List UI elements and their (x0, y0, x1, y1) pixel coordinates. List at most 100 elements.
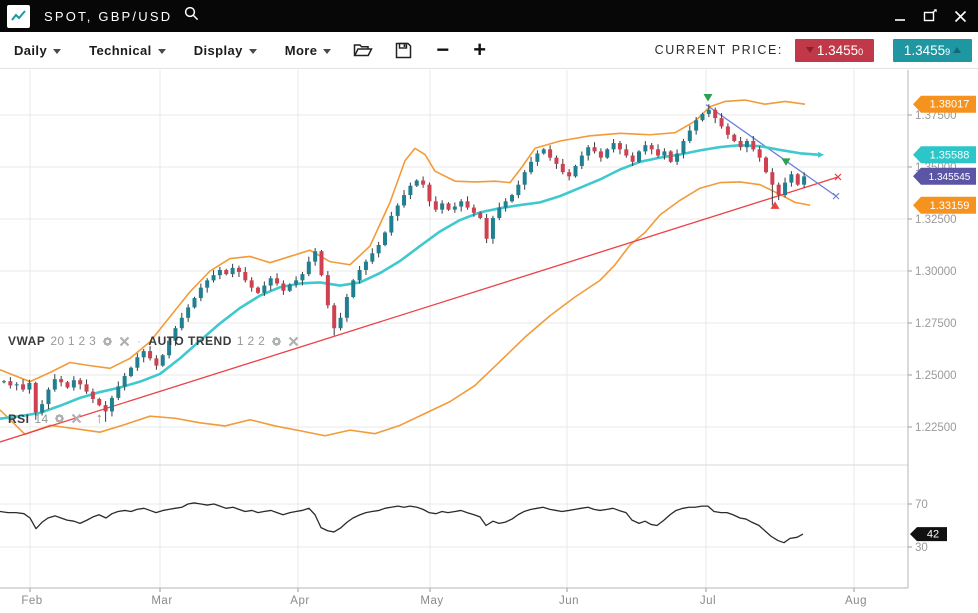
minimize-button[interactable] (892, 8, 908, 24)
menu-display-label: Display (194, 43, 243, 58)
candle-body (770, 172, 774, 184)
candle-body (186, 307, 190, 317)
menu-technical[interactable]: Technical (89, 43, 166, 58)
candle-body (72, 380, 76, 387)
menu-display[interactable]: Display (194, 43, 257, 58)
chart-line-glyph (10, 9, 27, 24)
candle-body (681, 141, 685, 153)
candle-body (85, 384, 89, 391)
candle-body (535, 153, 539, 161)
candle-body (593, 147, 597, 151)
vwap-settings-gear-icon[interactable] (101, 335, 114, 348)
zoom-in-button[interactable]: + (473, 40, 486, 60)
ask-price-badge[interactable]: 1.34559 (893, 39, 972, 62)
open-folder-icon[interactable] (353, 42, 373, 58)
candle-body (789, 174, 793, 182)
candle-body (377, 245, 381, 253)
candle-body (599, 151, 603, 157)
candle-body (193, 298, 197, 307)
candle-body (523, 172, 527, 184)
rsi-line (0, 503, 803, 543)
app-logo-icon (7, 5, 30, 28)
candle-body (694, 120, 698, 130)
candle-body (434, 201, 438, 209)
candle-body (421, 181, 425, 185)
bid-price-pip: 0 (858, 47, 863, 57)
candle-body (59, 379, 63, 382)
auto-trend-remove-icon[interactable] (288, 336, 299, 347)
candle-body (332, 305, 336, 328)
candle-body (758, 149, 762, 157)
candle-body (383, 233, 387, 245)
candle-body (732, 135, 736, 141)
candle-body (624, 149, 628, 155)
candle-body (491, 218, 495, 239)
candle-body (180, 318, 184, 328)
candle-body (154, 358, 158, 365)
candle-body (713, 110, 717, 118)
candle-body (205, 280, 209, 287)
auto-trend-indicator-label: AUTO TREND (148, 334, 231, 348)
popout-button[interactable] (922, 8, 938, 24)
candle-body (402, 195, 406, 205)
price-tick-label: 1.25000 (915, 370, 957, 382)
price-badge-label: 1.33159 (930, 200, 970, 212)
candle-body (53, 379, 57, 389)
auto-trend-settings-gear-icon[interactable] (270, 335, 283, 348)
menu-more[interactable]: More (285, 43, 332, 58)
close-button[interactable] (952, 8, 968, 24)
candle-body (408, 186, 412, 195)
candle-body (243, 272, 247, 280)
month-label: Apr (290, 595, 309, 607)
price-tick-label: 1.22500 (915, 422, 957, 434)
candle-body (707, 110, 711, 114)
candle-body (269, 278, 273, 285)
candle-body (396, 205, 400, 215)
rsi-settings-gear-icon[interactable] (53, 412, 66, 425)
candle-body (27, 383, 31, 390)
zoom-out-button[interactable]: − (436, 40, 449, 60)
candle-body (161, 355, 165, 365)
auto-trend-resist-end-handle[interactable] (833, 193, 839, 199)
month-label: Mar (151, 595, 172, 607)
chevron-down-icon (323, 49, 331, 54)
ask-price-pip: 9 (945, 47, 950, 57)
month-label: Feb (21, 595, 42, 607)
candle-body (91, 392, 95, 399)
candle-body (764, 158, 768, 173)
candle-body (745, 141, 749, 147)
candle-body (529, 162, 533, 172)
sell-signal-marker (704, 94, 713, 102)
rsi-move-up-icon[interactable]: ↑ (95, 410, 103, 427)
vwap-remove-icon[interactable] (119, 336, 130, 347)
auto-trend-support-line[interactable] (0, 177, 838, 442)
rsi-remove-icon[interactable] (71, 413, 82, 424)
candle-body (643, 145, 647, 151)
bid-price-badge[interactable]: 1.34550 (795, 39, 874, 62)
month-label: Aug (845, 595, 867, 607)
window-controls (892, 8, 968, 24)
title-bar: SPOT, GBP/USD (0, 0, 978, 32)
candle-body (618, 143, 622, 149)
candle-body (199, 288, 203, 298)
vwap-line-end (818, 152, 824, 158)
candle-body (294, 280, 298, 284)
price-up-arrow-icon (953, 47, 961, 53)
price-badge-label: 1.38017 (930, 99, 970, 111)
candle-body (415, 181, 419, 186)
candle-body (478, 213, 482, 218)
candle-body (650, 145, 654, 149)
month-label: Jul (700, 595, 716, 607)
candle-body (97, 399, 101, 405)
price-tick-label: 1.30000 (915, 266, 957, 278)
search-icon[interactable] (184, 6, 199, 26)
rsi-tick-label: 70 (915, 499, 928, 511)
save-icon[interactable] (395, 42, 412, 59)
candle-body (66, 382, 70, 387)
candle-body (281, 283, 285, 290)
chevron-down-icon (53, 49, 61, 54)
menu-daily[interactable]: Daily (14, 43, 61, 58)
rsi-params: 14 (35, 412, 49, 426)
candle-body (237, 268, 241, 272)
candle-body (542, 149, 546, 153)
